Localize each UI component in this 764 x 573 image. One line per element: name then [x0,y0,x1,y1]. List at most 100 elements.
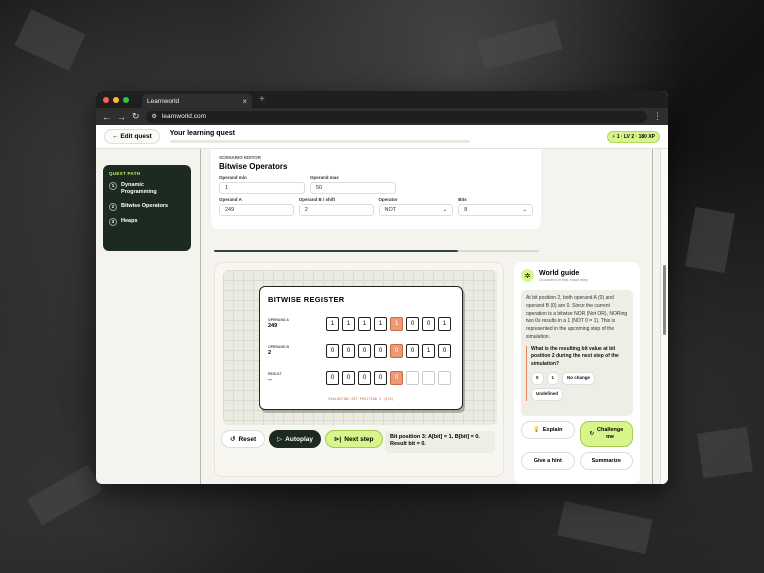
close-tab-icon[interactable]: × [242,97,247,106]
scrollbar-thumb[interactable] [663,265,666,335]
next-step-button[interactable]: ⊳| Next step [324,430,383,448]
maximize-window-button[interactable] [123,96,129,103]
bit-cell: 0 [374,343,387,358]
row-value: 2 [268,350,272,356]
sidebar-item-heaps[interactable]: 3 Heaps [109,217,185,226]
row-value: 249 [268,323,278,329]
operand-max-group: Operand max 50 [310,175,396,194]
sidebar-item-bitwise-operators[interactable]: 2 Bitwise Operators [109,202,185,211]
bits-group: Bits 8 ⌄ [458,197,533,216]
bit-cell: 1 [390,316,403,331]
challenge-label: Challenge me [597,427,624,440]
bit-cells: 00000 [326,370,451,385]
browser-tab[interactable]: Learnworld × [142,94,252,108]
sidebar-item-label: Heaps [121,217,138,224]
summarize-button[interactable]: Summarize [579,452,633,470]
bit-cell: 1 [422,343,435,358]
operand-a-group: Operand A 249 [219,197,294,216]
chevron-down-icon: ⌄ [442,207,448,213]
sidebar-heading: QUEST PATH [109,171,141,176]
operand-a-value: 249 [225,207,235,213]
answer-option[interactable]: Undefined [531,387,563,401]
minimize-window-button[interactable] [113,96,119,103]
reset-button[interactable]: ↺ Reset [221,430,266,448]
scenario-label: SCENARIO EDITOR [219,155,261,160]
answer-option[interactable]: 0 [531,371,544,385]
bit-cell: 1 [374,316,387,331]
site-info-icon[interactable]: ⚙ [152,113,157,120]
step-status: Bit position 3: A[bit] = 1, B[bit] = 0. … [385,431,495,453]
next-step-label: Next step [344,435,374,443]
browser-menu-icon[interactable]: ⋮ [653,111,662,122]
guide-question-block: What is the resulting bit value at bit p… [526,345,628,401]
address-field[interactable]: ⚙ learnworld.com [145,110,647,123]
sidebar-item-dynamic-programming[interactable]: 1 Dynamic Programming [109,182,185,196]
row-label: RESULT [268,372,282,376]
operand-b-value: 2 [304,207,308,213]
scenario-title: Bitwise Operators [219,162,288,171]
sparkle-icon: ✲ [521,269,534,282]
arrow-left-icon: ← [112,133,119,140]
xp-badge-text: 1 · LV 2 · 180 XP [616,133,655,140]
bit-cell: 1 [342,316,355,331]
operand-b-input[interactable]: 2 [298,204,374,216]
bits-select[interactable]: 8 ⌄ [458,204,533,216]
back-icon[interactable]: ← [102,112,111,122]
answer-option[interactable]: No change [562,371,596,385]
register-row-result: RESULT -- 00000 [268,364,454,391]
row-label-group: OPERAND B 2 [268,345,326,356]
browser-window: Learnworld × + ← → ↻ ⚙ learnworld.com ⋮ … [96,91,668,484]
new-tab-icon[interactable]: + [259,94,265,105]
quest-path-sidebar: QUEST PATH 1 Dynamic Programming 2 Bitwi… [103,165,191,251]
guide-subtitle: Grounded in this exact step [539,276,588,282]
guide-actions-row-2: Give a hint Summarize [521,452,633,470]
reset-label: Reset [238,435,257,443]
bit-cell: 0 [326,343,339,358]
bit-cell: 0 [422,316,435,331]
operator-label: Operator [378,197,398,202]
close-window-button[interactable] [103,96,109,103]
operand-max-value: 50 [316,185,323,191]
bit-cell: 0 [358,343,371,358]
simulation-canvas: BITWISE REGISTER OPERAND A 249 11111001 … [223,270,497,425]
operand-row: Operand A 249 Operand B / shift 2 Operat… [219,197,533,216]
bit-cell: 1 [358,316,371,331]
row-label: OPERAND B [268,345,290,349]
bit-cell: 0 [326,370,339,385]
edit-quest-button[interactable]: ← Edit quest [104,129,160,144]
forward-icon[interactable]: → [117,112,126,122]
operand-min-input[interactable]: 1 [219,182,305,194]
play-icon: ▷ [277,436,283,443]
bit-cell [422,370,435,385]
operand-max-label: Operand max [310,175,339,180]
simulation-progress-fill [214,250,458,252]
header-center: Your learning quest [169,130,607,143]
operand-range-row: Operand min 1 Operand max 50 [219,175,533,194]
operand-a-input[interactable]: 249 [219,204,294,216]
guide-title: World guide [539,269,580,277]
reload-icon[interactable]: ↻ [132,111,140,122]
bit-cell: 1 [438,316,451,331]
register-row-operand-a: OPERAND A 249 11111001 [268,310,454,337]
address-text: learnworld.com [161,113,207,120]
xp-badge: ⚡ 1 · LV 2 · 180 XP [606,130,660,143]
operand-max-input[interactable]: 50 [310,182,396,194]
operator-select[interactable]: NOT ⌄ [378,204,454,216]
page-scrollbar[interactable] [660,149,668,484]
autoplay-label: Autoplay [285,435,313,443]
app-header: ← Edit quest Your learning quest ⚡ 1 · L… [96,125,668,149]
bit-cells: 11111001 [326,316,451,331]
step-number: 2 [109,202,117,211]
bit-cell: 0 [438,343,451,358]
explain-button[interactable]: 💡 Explain [521,421,575,439]
refresh-icon: ↻ [589,430,595,437]
give-hint-button[interactable]: Give a hint [521,452,575,470]
bit-cell: 0 [406,343,419,358]
answer-option[interactable]: 1 [546,371,560,385]
challenge-me-button[interactable]: ↻ Challenge me [579,421,633,447]
autoplay-button[interactable]: ▷ Autoplay [269,430,321,448]
bit-cell: 1 [326,316,339,331]
operand-b-group: Operand B / shift 2 [298,197,374,216]
operator-value: NOT [384,207,397,213]
simulation-progress-bar [214,250,539,252]
